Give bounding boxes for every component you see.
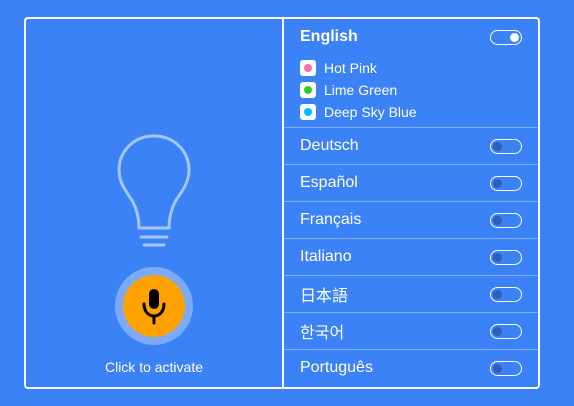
language-label: Français (300, 211, 362, 228)
language-row-espanol: Español (284, 164, 538, 201)
language-label: Italiano (300, 248, 352, 265)
language-row-japanese: 日本語 (284, 275, 538, 312)
mic-button-core[interactable] (123, 275, 185, 337)
activate-mic-button[interactable] (115, 267, 193, 345)
toggle-italiano[interactable] (490, 249, 522, 265)
left-pane: Click to activate (26, 19, 284, 387)
toggle-knob (493, 252, 502, 262)
color-swatch-icon (300, 82, 316, 98)
activate-caption: Click to activate (104, 359, 204, 375)
color-swatch-icon (300, 60, 316, 76)
language-list: English Hot Pink Lime Green Deep Sky Blu… (284, 19, 538, 387)
language-row-deutsch: Deutsch (284, 127, 538, 164)
language-label-english: English (300, 28, 358, 45)
color-label: Hot Pink (324, 60, 377, 76)
color-option-deep-sky-blue[interactable]: Deep Sky Blue (300, 101, 522, 123)
toggle-espanol[interactable] (490, 175, 522, 191)
toggle-knob (510, 32, 519, 42)
color-label: Lime Green (324, 82, 398, 98)
color-option-hot-pink[interactable]: Hot Pink (300, 57, 522, 79)
toggle-korean[interactable] (490, 323, 522, 339)
toggle-japanese[interactable] (490, 286, 522, 302)
voice-panel: Click to activate English Hot Pink Lime … (24, 17, 540, 389)
color-label: Deep Sky Blue (324, 104, 417, 120)
toggle-knob (493, 215, 502, 225)
toggle-knob (493, 363, 502, 373)
microphone-icon (142, 289, 166, 325)
toggle-knob (493, 289, 502, 299)
language-label: 한국어 (300, 325, 345, 342)
color-swatch-icon (300, 104, 316, 120)
toggle-knob (493, 178, 502, 188)
language-row-english: English Hot Pink Lime Green Deep Sky Blu… (284, 19, 538, 127)
toggle-english[interactable] (490, 29, 522, 45)
toggle-portugues[interactable] (490, 360, 522, 376)
language-row-italiano: Italiano (284, 238, 538, 275)
color-options: Hot Pink Lime Green Deep Sky Blue (300, 57, 522, 123)
lightbulb-icon (117, 134, 191, 247)
toggle-deutsch[interactable] (490, 138, 522, 154)
toggle-knob (493, 326, 502, 336)
language-row-portugues: Português (284, 349, 538, 386)
language-label: 日本語 (300, 288, 349, 305)
color-option-lime-green[interactable]: Lime Green (300, 79, 522, 101)
toggle-francais[interactable] (490, 212, 522, 228)
language-label: Deutsch (300, 137, 359, 154)
language-row-francais: Français (284, 201, 538, 238)
toggle-knob (493, 141, 502, 151)
language-label: Español (300, 174, 358, 191)
language-label: Português (300, 359, 373, 376)
language-row-korean: 한국어 (284, 312, 538, 349)
